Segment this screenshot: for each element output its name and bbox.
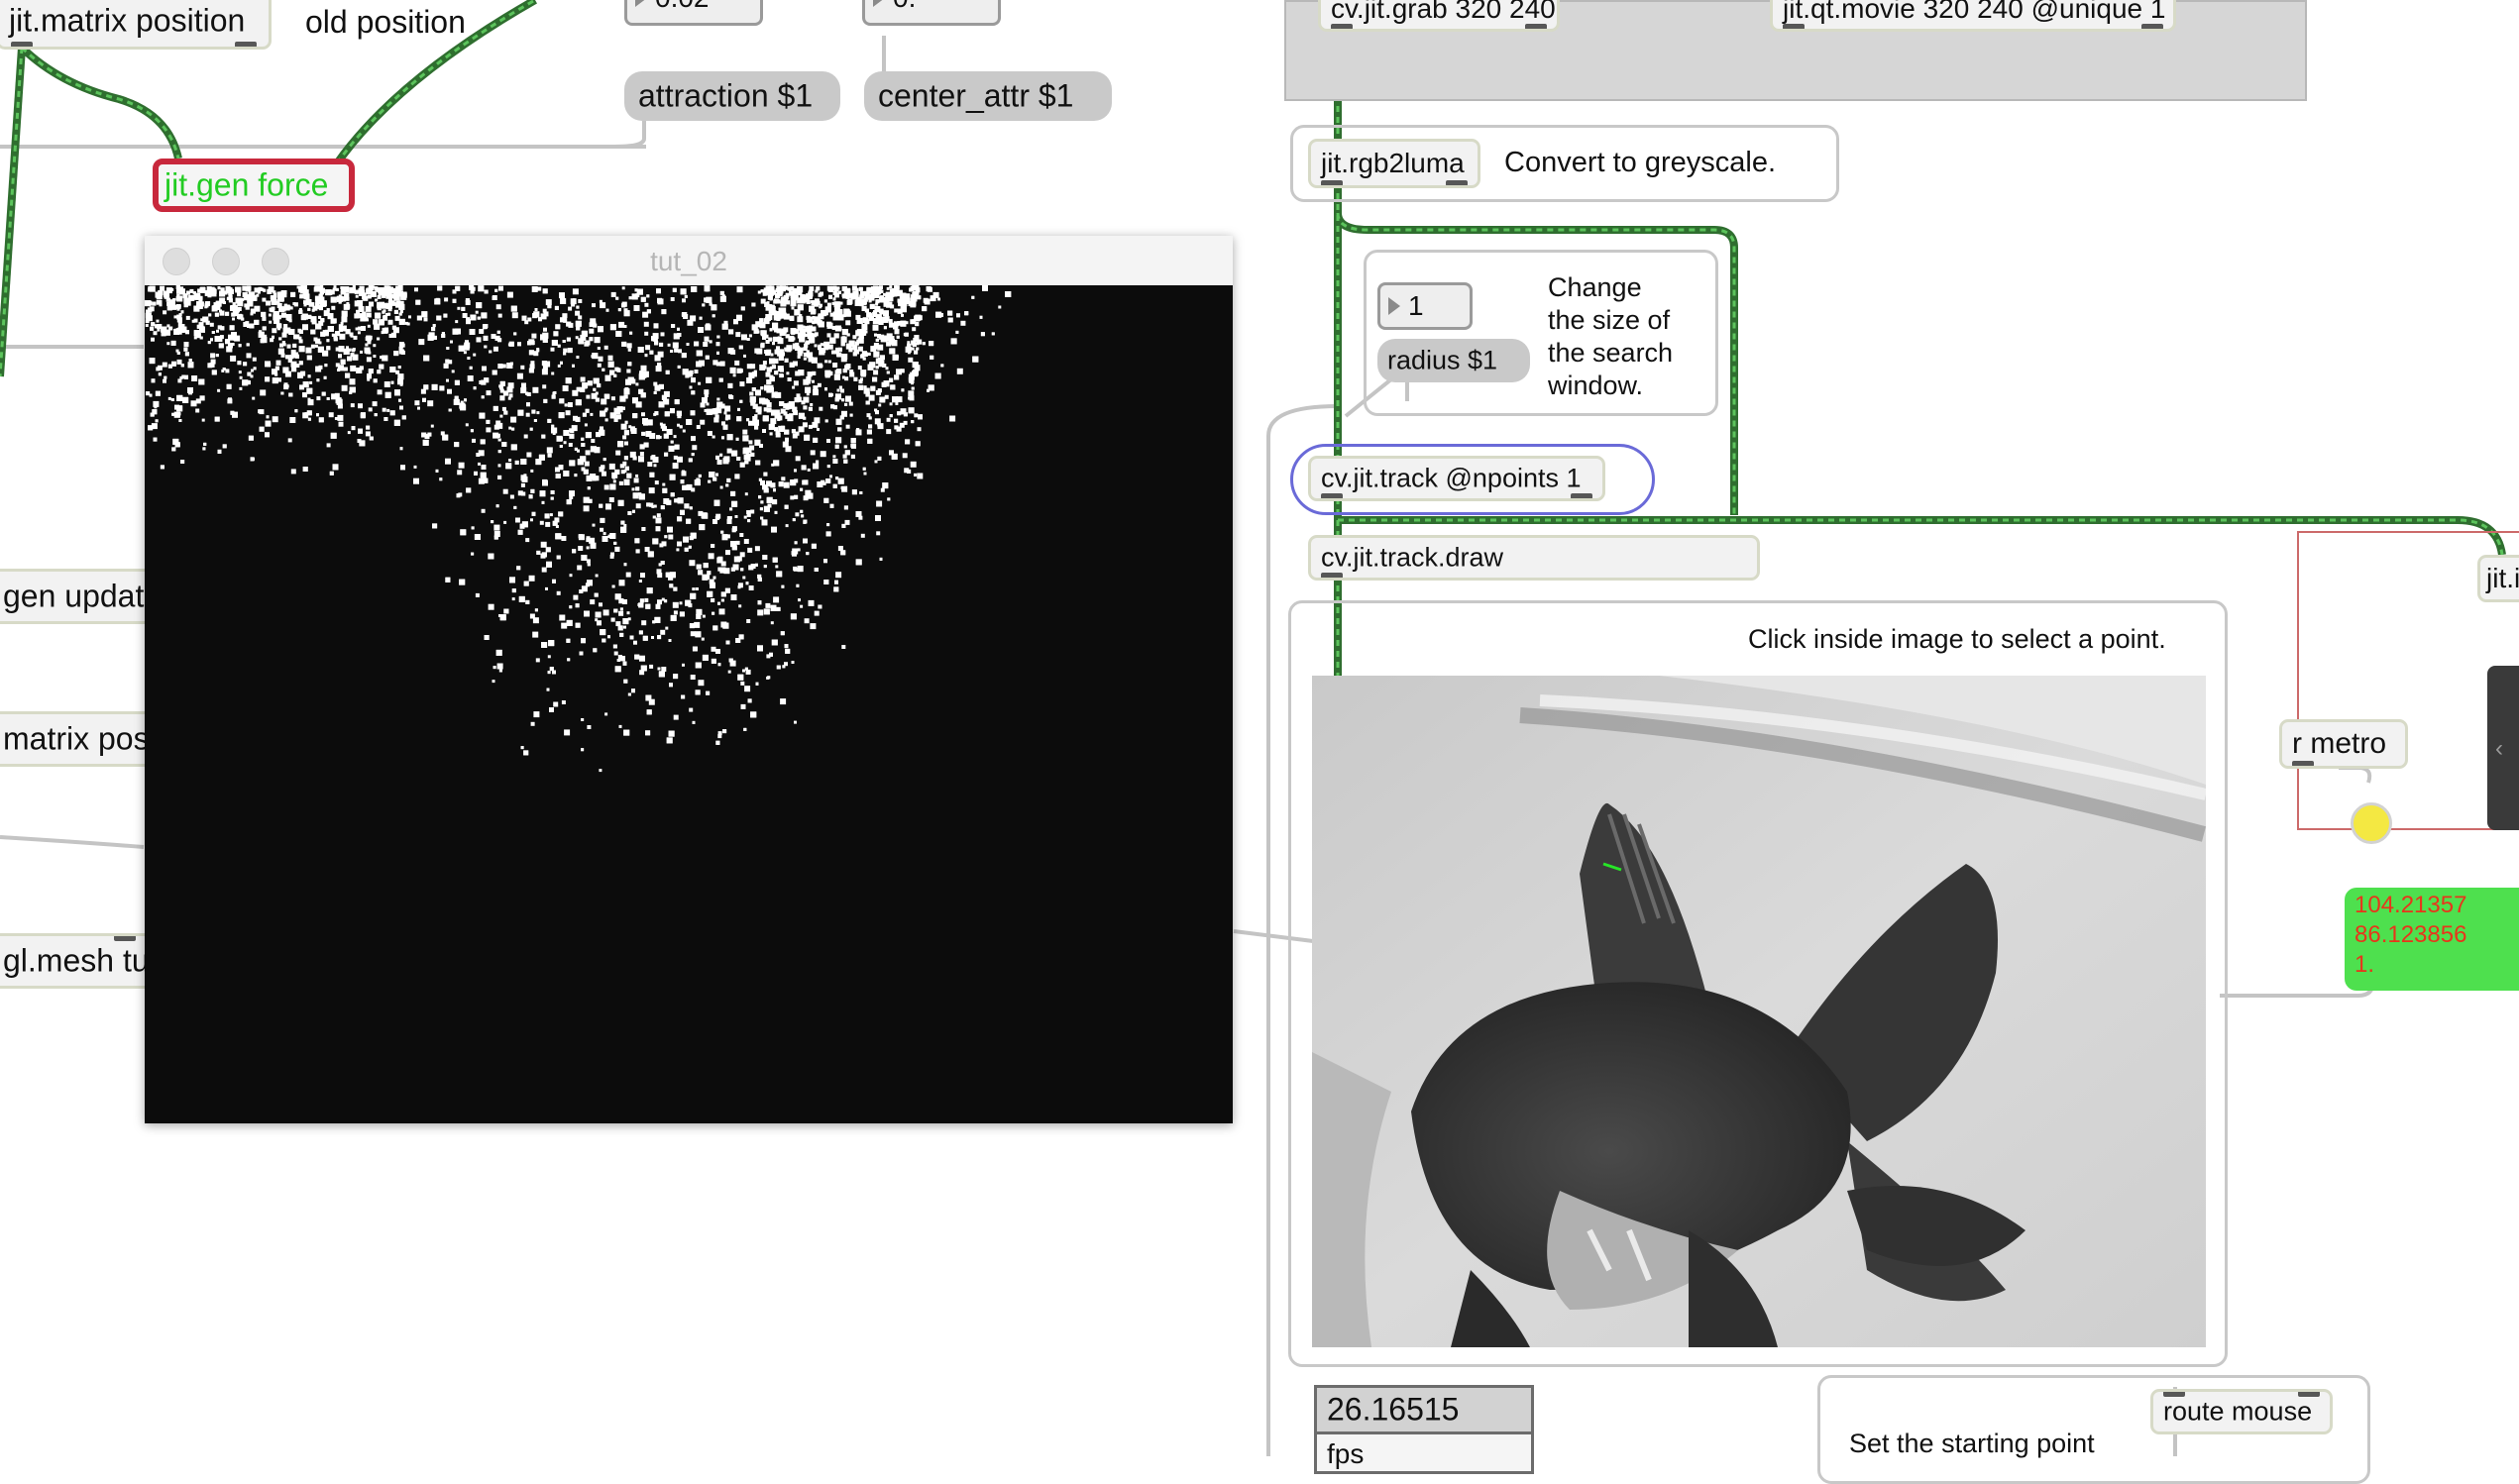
gen-update-object[interactable]: gen updat bbox=[0, 569, 159, 624]
outlet[interactable] bbox=[1321, 180, 1343, 185]
jit-qt-movie-object[interactable]: jit.qt.movie 320 240 @unique 1 bbox=[1770, 0, 2176, 32]
object-label: matrix pos bbox=[3, 720, 150, 757]
jit-matrix-position-object[interactable]: jit.matrix position bbox=[0, 0, 272, 50]
comment-line: the search bbox=[1548, 338, 1674, 368]
inlet[interactable] bbox=[2298, 1392, 2320, 1397]
fps-number-display[interactable]: 26.16515 bbox=[1314, 1385, 1534, 1434]
center-number-box[interactable]: 0. bbox=[862, 0, 1001, 26]
fps-label-box: fps bbox=[1314, 1434, 1534, 1474]
object-label: jit.rgb2luma bbox=[1321, 148, 1465, 178]
comment-line: Change bbox=[1548, 272, 1642, 302]
comment-line: window. bbox=[1548, 371, 1644, 400]
r-metro-object[interactable]: r metro bbox=[2279, 719, 2408, 769]
particle-render-canvas[interactable] bbox=[145, 285, 1233, 1123]
outlet[interactable] bbox=[1331, 24, 1353, 29]
change-size-comment: Change the size of the search window. bbox=[1548, 271, 1673, 402]
coord-z: 1. bbox=[2355, 951, 2375, 978]
old-position-comment: old position bbox=[305, 4, 466, 40]
fps-value: 26.16515 bbox=[1327, 1391, 1460, 1428]
coordinate-display[interactable]: 104.21357 86.123856 1. bbox=[2345, 888, 2519, 991]
object-label: cv.jit.track.draw bbox=[1321, 542, 1504, 573]
outlet[interactable] bbox=[1321, 573, 1343, 578]
object-label: cv.jit.grab 320 240 bbox=[1331, 0, 1556, 24]
fps-label: fps bbox=[1327, 1438, 1365, 1469]
convert-greyscale-comment: Convert to greyscale. bbox=[1504, 147, 1777, 178]
outlet[interactable] bbox=[1446, 180, 1468, 185]
number-value: 1 bbox=[1408, 290, 1424, 321]
number-value: 0.02 bbox=[655, 0, 710, 14]
coord-y: 86.123856 bbox=[2355, 921, 2467, 948]
sidebar-collapse-handle[interactable]: ‹ bbox=[2487, 666, 2519, 830]
outlet[interactable] bbox=[1321, 493, 1343, 498]
radius-number-box[interactable]: 1 bbox=[1377, 282, 1473, 330]
message-label: center_attr $1 bbox=[878, 77, 1074, 114]
outlet[interactable] bbox=[11, 42, 33, 47]
route-mouse-object[interactable]: route mouse bbox=[2150, 1389, 2333, 1434]
number-value: 0. bbox=[893, 0, 916, 14]
tut02-window[interactable]: tut_02 bbox=[145, 236, 1233, 1123]
jit-rgb2luma-object[interactable]: jit.rgb2luma bbox=[1308, 139, 1480, 188]
bang-button[interactable] bbox=[2351, 802, 2392, 844]
jit-right-object[interactable]: jit.i bbox=[2477, 555, 2519, 602]
cv-jit-track-inner[interactable]: cv.jit.track @npoints 1 bbox=[1308, 456, 1605, 501]
triangle-icon bbox=[1388, 297, 1400, 315]
cv-jit-track-draw-object[interactable]: cv.jit.track.draw bbox=[1308, 535, 1760, 581]
inlet[interactable] bbox=[2163, 1392, 2185, 1397]
outlet[interactable] bbox=[1571, 493, 1592, 498]
object-label: jit.gen force bbox=[164, 166, 329, 203]
outlet[interactable] bbox=[2141, 24, 2163, 29]
object-label: gl.mesh tu bbox=[3, 942, 150, 979]
comment-line: the size of bbox=[1548, 305, 1671, 335]
chevron-left-icon: ‹ bbox=[2495, 735, 2503, 762]
outlet[interactable] bbox=[235, 42, 257, 47]
inlet[interactable] bbox=[114, 936, 136, 941]
click-inside-comment: Click inside image to select a point. bbox=[1748, 624, 2166, 654]
triangle-icon bbox=[635, 0, 647, 7]
object-label: jit.i bbox=[2486, 563, 2519, 593]
triangle-icon bbox=[873, 0, 885, 7]
gl-mesh-object[interactable]: gl.mesh tu bbox=[0, 933, 159, 989]
center-attr-message[interactable]: center_attr $1 bbox=[864, 71, 1112, 121]
window-titlebar[interactable]: tut_02 bbox=[145, 236, 1233, 286]
object-label: jit.matrix position bbox=[9, 2, 246, 39]
object-label: gen updat bbox=[3, 578, 145, 614]
radius-message[interactable]: radius $1 bbox=[1377, 339, 1530, 382]
object-label: r metro bbox=[2292, 727, 2387, 760]
outlet[interactable] bbox=[1525, 24, 1547, 29]
matrix-pos-object[interactable]: matrix pos bbox=[0, 711, 159, 767]
outlet[interactable] bbox=[2292, 761, 2314, 766]
coord-x: 104.21357 bbox=[2355, 892, 2467, 918]
attraction-message[interactable]: attraction $1 bbox=[624, 71, 840, 121]
object-label: jit.qt.movie 320 240 @unique 1 bbox=[1783, 0, 2166, 24]
outlet[interactable] bbox=[1783, 24, 1805, 29]
object-label: cv.jit.track @npoints 1 bbox=[1321, 463, 1582, 493]
cv-jit-grab-object[interactable]: cv.jit.grab 320 240 bbox=[1318, 0, 1560, 32]
message-label: attraction $1 bbox=[638, 77, 814, 114]
attraction-number-box[interactable]: 0.02 bbox=[624, 0, 763, 26]
jit-gen-force-object[interactable]: jit.gen force bbox=[153, 159, 355, 212]
set-starting-point-comment: Set the starting point bbox=[1849, 1429, 2095, 1458]
message-label: radius $1 bbox=[1387, 345, 1498, 375]
window-title: tut_02 bbox=[650, 246, 727, 276]
video-frame[interactable] bbox=[1312, 676, 2206, 1347]
object-label: route mouse bbox=[2163, 1396, 2313, 1427]
